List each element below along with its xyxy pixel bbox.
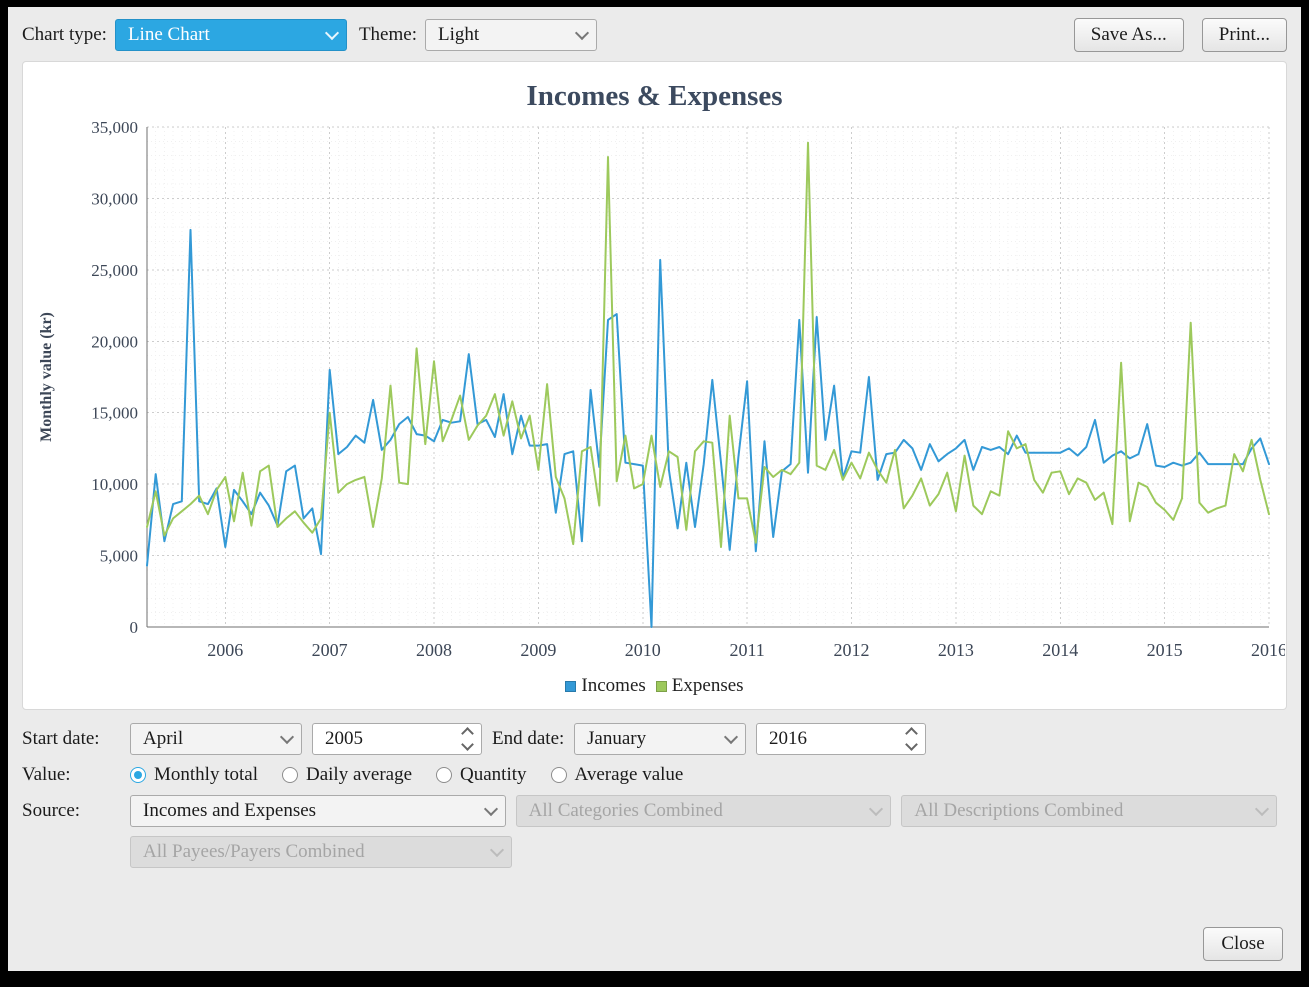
legend-item-expenses: Expenses (656, 675, 744, 697)
svg-text:2013: 2013 (937, 640, 973, 660)
start-date-label: Start date: (22, 728, 130, 750)
legend-item-incomes: Incomes (565, 675, 645, 697)
end-year-value: 2016 (769, 728, 807, 750)
spinner-arrows (463, 729, 472, 749)
spin-down-icon[interactable] (461, 738, 474, 751)
svg-text:2007: 2007 (311, 640, 347, 660)
svg-text:Monthly value (kr): Monthly value (kr) (38, 312, 55, 442)
payees-select: All Payees/Payers Combined (130, 836, 512, 868)
svg-text:5,000: 5,000 (99, 547, 137, 566)
source-value: Incomes and Expenses (143, 800, 316, 822)
radio-icon[interactable] (130, 767, 146, 783)
svg-text:2006: 2006 (207, 640, 243, 660)
end-date-label: End date: (492, 728, 574, 750)
source-label: Source: (22, 800, 130, 822)
svg-text:35,000: 35,000 (91, 118, 138, 137)
svg-text:30,000: 30,000 (91, 189, 138, 208)
svg-text:2014: 2014 (1042, 640, 1078, 660)
chart-title: Incomes & Expenses (23, 80, 1286, 113)
radio-daily-average[interactable]: Daily average (282, 764, 412, 786)
chevron-down-icon (869, 802, 883, 816)
categories-value: All Categories Combined (529, 800, 723, 822)
value-row: Value: Monthly total Daily average Quant… (22, 764, 1287, 786)
svg-text:2008: 2008 (416, 640, 452, 660)
svg-text:0: 0 (129, 618, 138, 637)
chevron-down-icon (575, 26, 589, 40)
chart-type-select[interactable]: Line Chart (115, 19, 347, 51)
date-row: Start date: April 2005 End date: January… (22, 723, 1287, 755)
spin-down-icon[interactable] (905, 738, 918, 751)
start-year-value: 2005 (325, 728, 363, 750)
chevron-down-icon (280, 730, 294, 744)
chart-legend: Incomes Expenses (23, 673, 1286, 707)
categories-select: All Categories Combined (516, 795, 892, 827)
svg-text:2011: 2011 (729, 640, 764, 660)
payees-value: All Payees/Payers Combined (143, 841, 365, 863)
expenses-swatch-icon (656, 681, 667, 692)
start-year-spinner[interactable]: 2005 (312, 723, 482, 755)
close-row: Close (8, 923, 1301, 971)
svg-text:2016: 2016 (1251, 640, 1285, 660)
radio-label: Quantity (460, 764, 527, 786)
toolbar: Chart type: Line Chart Theme: Light Save… (8, 7, 1301, 61)
chart-type-label: Chart type: (22, 24, 107, 46)
start-month-value: April (143, 728, 183, 750)
theme-value: Light (438, 24, 479, 46)
radio-icon[interactable] (282, 767, 298, 783)
chevron-down-icon (490, 843, 504, 857)
value-label: Value: (22, 764, 130, 786)
theme-select[interactable]: Light (425, 19, 597, 51)
print-button[interactable]: Print... (1202, 18, 1287, 52)
save-as-button[interactable]: Save As... (1074, 18, 1184, 52)
chart-dialog-window: Chart type: Line Chart Theme: Light Save… (0, 0, 1309, 987)
start-month-select[interactable]: April (130, 723, 302, 755)
source-row: Source: Incomes and Expenses All Categor… (22, 795, 1287, 827)
radio-label: Monthly total (154, 764, 258, 786)
descriptions-select: All Descriptions Combined (901, 795, 1277, 827)
descriptions-value: All Descriptions Combined (914, 800, 1123, 822)
chevron-down-icon (484, 802, 498, 816)
controls-area: Start date: April 2005 End date: January… (8, 710, 1301, 877)
end-year-spinner[interactable]: 2016 (756, 723, 926, 755)
legend-label-expenses: Expenses (672, 675, 744, 697)
end-month-select[interactable]: January (574, 723, 746, 755)
close-button[interactable]: Close (1203, 927, 1283, 961)
payees-row: All Payees/Payers Combined (22, 836, 1287, 868)
radio-icon[interactable] (436, 767, 452, 783)
radio-label: Average value (575, 764, 684, 786)
radio-monthly-total[interactable]: Monthly total (130, 764, 258, 786)
svg-text:2015: 2015 (1146, 640, 1182, 660)
svg-text:20,000: 20,000 (91, 332, 138, 351)
svg-text:2009: 2009 (520, 640, 556, 660)
legend-label-incomes: Incomes (581, 675, 645, 697)
theme-label: Theme: (359, 24, 417, 46)
svg-text:2012: 2012 (833, 640, 869, 660)
chevron-down-icon (325, 26, 339, 40)
svg-text:25,000: 25,000 (91, 261, 138, 280)
radio-average-value[interactable]: Average value (551, 764, 684, 786)
spinner-arrows (907, 729, 916, 749)
radio-label: Daily average (306, 764, 412, 786)
chart-panel: Incomes & Expenses 0 5,000 10,000 15,000 20,… (22, 61, 1287, 710)
chevron-down-icon (1255, 802, 1269, 816)
chart-type-value: Line Chart (128, 24, 210, 46)
svg-text:2010: 2010 (624, 640, 660, 660)
radio-quantity[interactable]: Quantity (436, 764, 527, 786)
source-select[interactable]: Incomes and Expenses (130, 795, 506, 827)
end-month-value: January (587, 728, 646, 750)
chart-svg: 0 5,000 10,000 15,000 20,000 25,000 30,000 35,0… (25, 113, 1285, 673)
radio-icon[interactable] (551, 767, 567, 783)
svg-text:10,000: 10,000 (91, 475, 138, 494)
incomes-swatch-icon (565, 681, 576, 692)
svg-text:15,000: 15,000 (91, 404, 138, 423)
chevron-down-icon (724, 730, 738, 744)
